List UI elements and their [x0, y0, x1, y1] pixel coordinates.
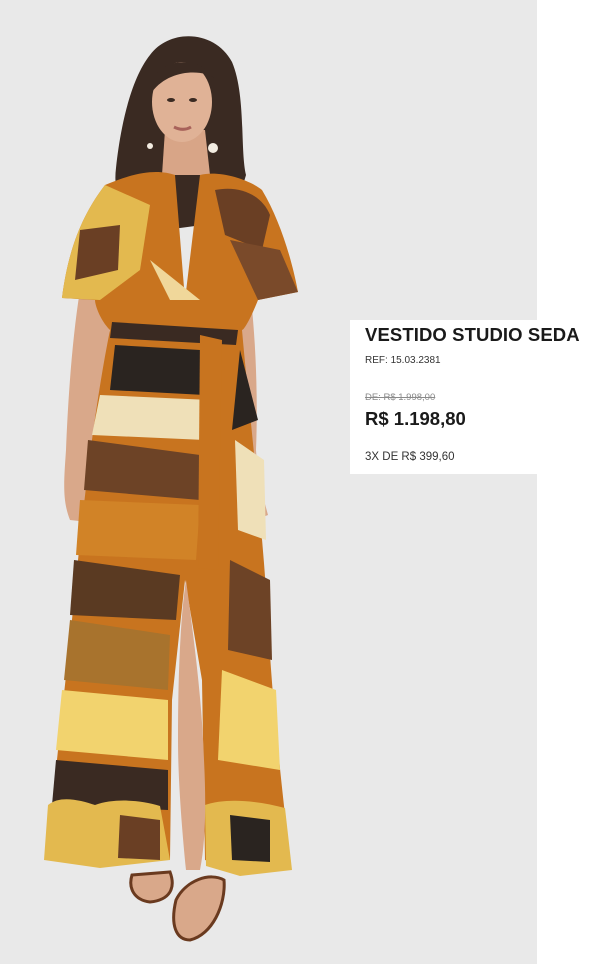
installment-info: 3X DE R$ 399,60 — [365, 451, 455, 463]
product-photo[interactable] — [0, 0, 537, 964]
sale-price: R$ 1.198,80 — [365, 408, 466, 429]
reference-value: 15.03.2381 — [390, 355, 441, 366]
product-title: VESTIDO STUDIO SEDA — [365, 324, 580, 345]
earring — [208, 143, 218, 153]
sandal-left — [129, 870, 174, 904]
product-info-card: VESTIDO STUDIO SEDA REF: 15.03.2381 DE: … — [350, 320, 599, 474]
product-image-area[interactable] — [0, 0, 537, 964]
reference-label: REF: — [365, 355, 388, 366]
original-price: DE: R$ 1.998,00 — [365, 392, 436, 403]
sandal-right — [172, 875, 226, 942]
product-reference: REF: 15.03.2381 — [365, 355, 441, 366]
